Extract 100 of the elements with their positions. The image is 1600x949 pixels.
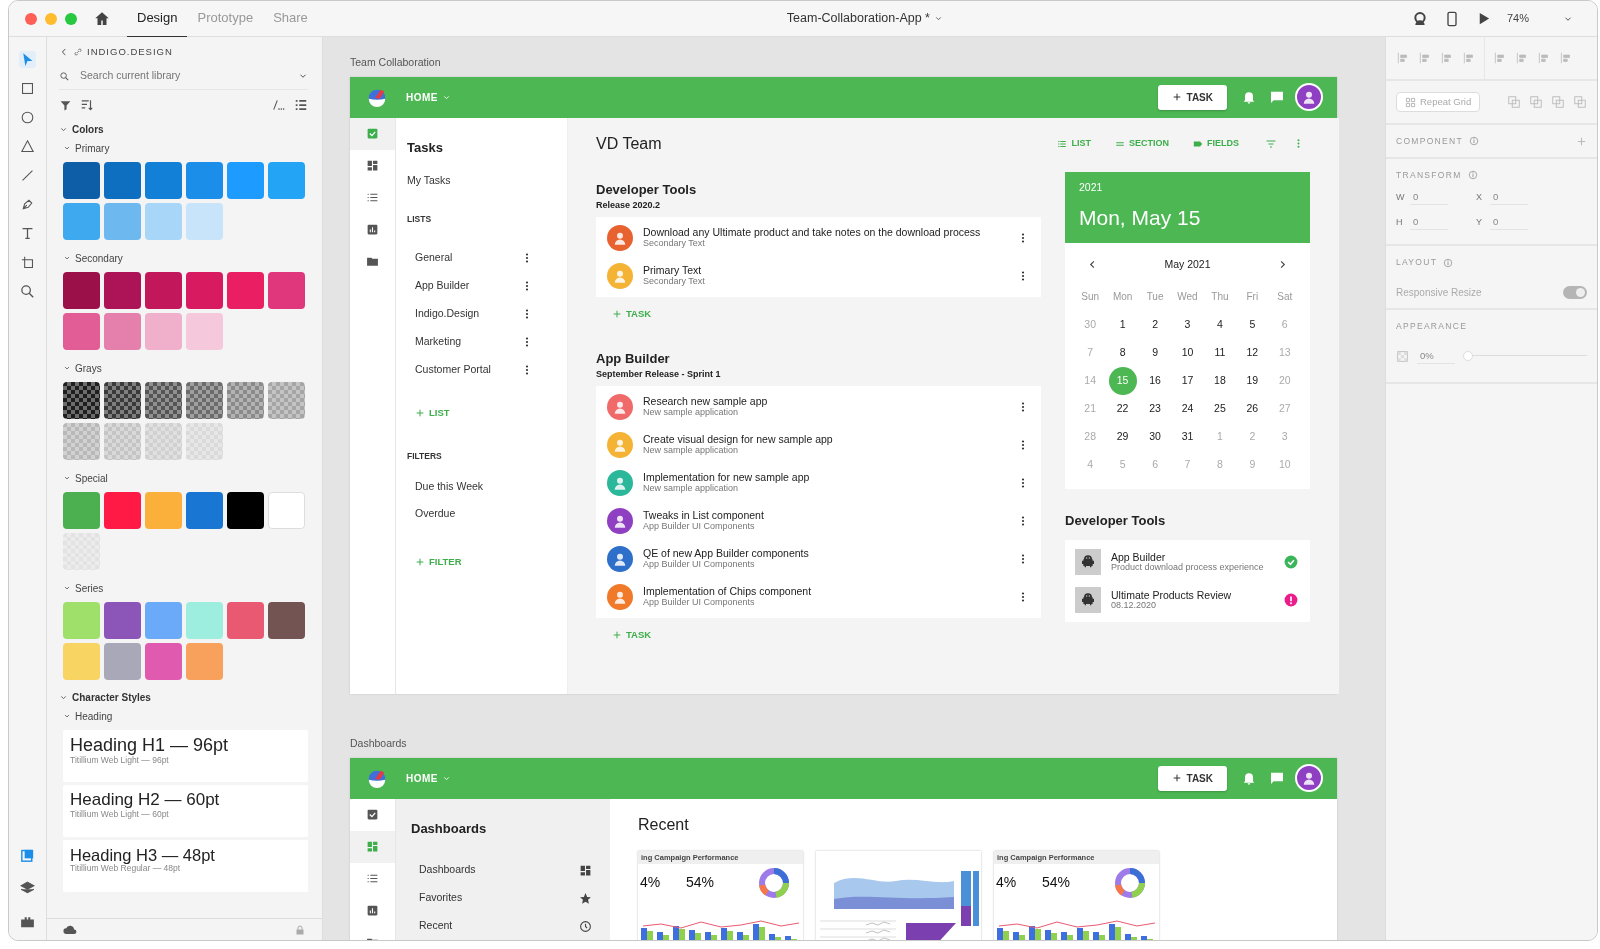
nav-link[interactable]: My Tasks bbox=[407, 173, 557, 189]
align-icon[interactable] bbox=[1559, 51, 1573, 65]
color-swatch[interactable] bbox=[186, 272, 223, 309]
calendar-day[interactable]: 30 bbox=[1141, 422, 1170, 451]
color-swatch[interactable] bbox=[227, 272, 264, 309]
artboard-label[interactable]: Team Collaboration bbox=[350, 55, 1385, 71]
info-icon[interactable] bbox=[1468, 136, 1479, 146]
color-swatch[interactable] bbox=[104, 313, 141, 350]
window-control-button[interactable] bbox=[25, 12, 37, 25]
color-swatch[interactable] bbox=[63, 643, 100, 680]
toggle-switch[interactable] bbox=[1563, 286, 1587, 299]
calendar-day[interactable]: 1 bbox=[1108, 310, 1137, 339]
color-swatch[interactable] bbox=[104, 492, 141, 529]
path-icon[interactable] bbox=[272, 98, 286, 112]
color-swatch[interactable] bbox=[227, 602, 264, 639]
color-swatch[interactable] bbox=[145, 492, 182, 529]
task-item[interactable]: Implementation for new sample app New sample application bbox=[596, 463, 1041, 502]
calendar-day[interactable]: 31 bbox=[1173, 422, 1202, 451]
task-item[interactable]: Research new sample app New sample application bbox=[596, 387, 1041, 426]
color-swatch[interactable] bbox=[145, 423, 182, 460]
align-icon[interactable] bbox=[1440, 51, 1454, 65]
chevron-down-icon[interactable] bbox=[63, 474, 71, 482]
color-swatch[interactable] bbox=[145, 313, 182, 350]
calendar-day[interactable]: 16 bbox=[1141, 366, 1170, 395]
calendar-day[interactable]: 5 bbox=[1238, 310, 1267, 339]
calendar-day[interactable]: 9 bbox=[1141, 338, 1170, 367]
chevron-down-icon[interactable] bbox=[63, 364, 71, 372]
text-style-card[interactable]: Heading H1 — 96pt Titillium Web Light — 96pt bbox=[63, 730, 308, 782]
sort-icon[interactable] bbox=[80, 98, 94, 112]
color-swatch[interactable] bbox=[268, 162, 305, 199]
lock-icon[interactable] bbox=[294, 923, 306, 936]
chevron-down-icon[interactable] bbox=[933, 14, 943, 23]
calendar-day[interactable]: 2 bbox=[1141, 310, 1170, 339]
bell-icon[interactable] bbox=[1241, 770, 1257, 786]
list-item[interactable]: Indigo.Design bbox=[415, 305, 480, 322]
color-swatch[interactable] bbox=[63, 203, 100, 240]
opacity-field[interactable]: 0% bbox=[1417, 348, 1455, 364]
align-icon[interactable] bbox=[1515, 51, 1529, 65]
color-swatch[interactable] bbox=[63, 313, 100, 350]
calendar-day[interactable]: 25 bbox=[1205, 394, 1234, 423]
rectangle-tool-icon[interactable] bbox=[19, 80, 36, 97]
chevron-down-icon[interactable] bbox=[63, 584, 71, 592]
color-swatch[interactable] bbox=[145, 162, 182, 199]
info-icon[interactable] bbox=[1467, 170, 1478, 181]
chevron-down-icon[interactable] bbox=[63, 144, 71, 152]
color-swatch[interactable] bbox=[145, 382, 182, 419]
color-swatch[interactable] bbox=[63, 272, 100, 309]
info-icon[interactable] bbox=[1443, 257, 1454, 268]
color-swatch[interactable] bbox=[104, 382, 141, 419]
calendar-day[interactable]: 18 bbox=[1205, 366, 1234, 395]
add-task-button[interactable]: TASK bbox=[1157, 84, 1227, 110]
align-icon[interactable] bbox=[1462, 51, 1476, 65]
color-swatch[interactable] bbox=[186, 423, 223, 460]
chevron-down-icon[interactable] bbox=[63, 254, 71, 262]
zoom-level[interactable]: 74% bbox=[1506, 10, 1529, 27]
filter-icon[interactable] bbox=[59, 98, 72, 112]
color-swatch[interactable] bbox=[186, 602, 223, 639]
task-item[interactable]: Create visual design for new sample app New sample application bbox=[596, 425, 1041, 464]
color-swatch[interactable] bbox=[227, 162, 264, 199]
color-swatch[interactable] bbox=[145, 272, 182, 309]
triangle-tool-icon[interactable] bbox=[19, 138, 36, 155]
align-icon[interactable] bbox=[1418, 51, 1432, 65]
task-item[interactable]: Download any Ultimate product and take notes on the download process Secondary Text bbox=[596, 218, 1041, 257]
zoom-tool-icon[interactable] bbox=[19, 283, 36, 300]
select-tool-icon[interactable] bbox=[19, 51, 36, 68]
project-item[interactable]: App Builder Product download process experience bbox=[1065, 543, 1310, 582]
color-swatch[interactable] bbox=[63, 492, 100, 529]
window-control-button[interactable] bbox=[45, 12, 57, 25]
color-swatch[interactable] bbox=[227, 382, 264, 419]
color-swatch[interactable] bbox=[268, 272, 305, 309]
chevron-down-icon[interactable] bbox=[63, 712, 71, 720]
list-item[interactable]: Marketing bbox=[415, 333, 462, 350]
color-swatch[interactable] bbox=[227, 492, 264, 529]
color-swatch[interactable] bbox=[63, 162, 100, 199]
color-swatch[interactable] bbox=[104, 602, 141, 639]
filter-item[interactable]: Overdue bbox=[407, 505, 557, 533]
window-control-button[interactable] bbox=[65, 12, 77, 25]
project-item[interactable]: Ultimate Products Review 08.12.2020 bbox=[1065, 581, 1310, 620]
list-view-icon[interactable] bbox=[294, 98, 308, 112]
chat-icon[interactable] bbox=[1269, 770, 1285, 786]
nav-item[interactable]: Favorites bbox=[419, 890, 463, 906]
add-task-button[interactable]: TASK bbox=[1157, 765, 1227, 791]
dashboard-thumbnail[interactable] bbox=[816, 850, 981, 940]
bell-icon[interactable] bbox=[1241, 89, 1257, 106]
filter-item[interactable]: Due this Week bbox=[407, 478, 557, 506]
add-icon[interactable] bbox=[1576, 135, 1587, 147]
list-item[interactable]: Customer Portal bbox=[415, 361, 491, 378]
input-field[interactable]: 0 bbox=[1410, 215, 1448, 231]
library-icon[interactable] bbox=[19, 847, 36, 864]
align-icon[interactable] bbox=[1396, 51, 1410, 65]
artboard-label[interactable]: Dashboards bbox=[350, 735, 1385, 752]
color-swatch[interactable] bbox=[104, 643, 141, 680]
calendar-day[interactable]: 24 bbox=[1173, 394, 1202, 423]
list-item[interactable]: App Builder bbox=[415, 277, 470, 294]
back-icon[interactable] bbox=[59, 47, 69, 58]
input-field[interactable]: 0 bbox=[1490, 189, 1528, 205]
color-swatch[interactable] bbox=[145, 602, 182, 639]
color-swatch[interactable] bbox=[104, 272, 141, 309]
calendar-day[interactable]: 12 bbox=[1238, 338, 1267, 367]
color-swatch[interactable] bbox=[268, 602, 305, 639]
